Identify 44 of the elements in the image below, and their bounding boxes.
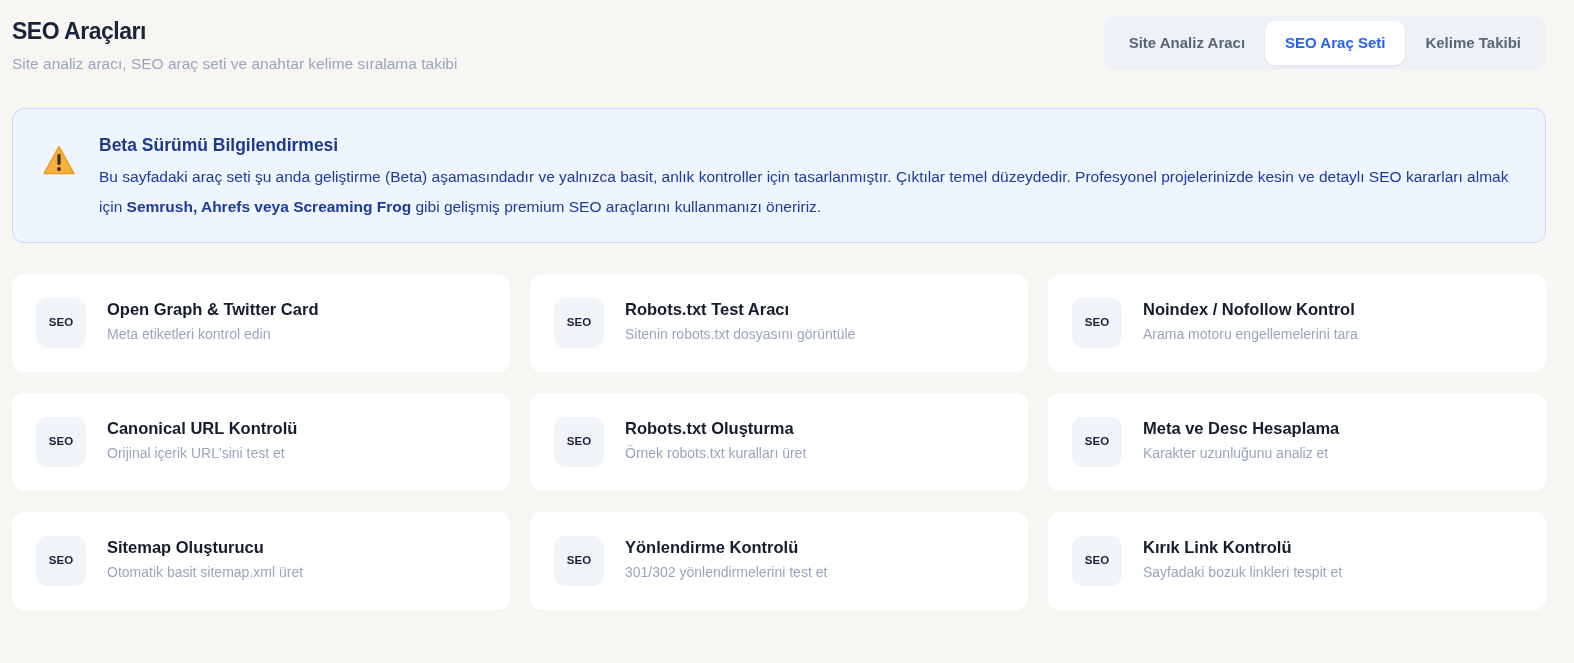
tool-title: Yönlendirme Kontrolü bbox=[625, 538, 800, 559]
tool-description: Karakter uzunluğunu analiz et bbox=[1143, 444, 1330, 464]
tool-badge: SEO bbox=[36, 416, 86, 467]
tool-badge: SEO bbox=[554, 416, 604, 467]
tool-title: Robots.txt Oluşturma bbox=[625, 419, 795, 440]
tool-description: Örnek robots.txt kuralları üret bbox=[625, 444, 807, 464]
notice-title: Beta Sürümü Bilgilendirmesi bbox=[99, 134, 340, 156]
tool-description: Meta etiketleri kontrol edin bbox=[107, 325, 272, 345]
tool-card[interactable]: SEO Meta ve Desc Hesaplama Karakter uzunluğunu analiz et bbox=[1048, 392, 1546, 491]
page-title: SEO Araçları bbox=[12, 17, 147, 46]
tool-card[interactable]: SEO Robots.txt Test Aracı Sitenin robots.txt dosyasını görüntüle bbox=[530, 273, 1028, 372]
tool-card[interactable]: SEO Sitemap Oluşturucu Otomatik basit sitemap.xml üret bbox=[12, 511, 510, 610]
tool-title: Canonical URL Kontrolü bbox=[107, 419, 298, 440]
tool-title: Robots.txt Test Aracı bbox=[625, 300, 791, 321]
tool-badge: SEO bbox=[1072, 535, 1122, 586]
page-subtitle: Site analiz aracı, SEO araç seti ve anahtar kelime sıralama takibi bbox=[12, 53, 458, 74]
tool-description: Orijinal içerik URL'sini test et bbox=[107, 444, 286, 464]
tool-title: Kırık Link Kontrolü bbox=[1143, 538, 1293, 559]
tool-card[interactable]: SEO Noindex / Nofollow Kontrol Arama motoru engellemelerini tara bbox=[1048, 273, 1546, 372]
tab[interactable]: Site Analiz Aracı bbox=[1108, 21, 1266, 65]
tool-title: Open Graph & Twitter Card bbox=[107, 300, 319, 321]
tool-title: Sitemap Oluşturucu bbox=[107, 538, 265, 559]
tool-card[interactable]: SEO Canonical URL Kontrolü Orijinal içerik URL'sini test et bbox=[12, 392, 510, 491]
tool-badge: SEO bbox=[1072, 297, 1122, 348]
tool-description: Arama motoru engellemelerini tara bbox=[1143, 325, 1358, 345]
warning-icon bbox=[43, 144, 75, 175]
tool-description: Otomatik basit sitemap.xml üret bbox=[107, 563, 304, 583]
tool-card[interactable]: SEO Kırık Link Kontrolü Sayfadaki bozuk linkleri tespit et bbox=[1048, 511, 1546, 610]
tool-description: Sayfadaki bozuk linkleri tespit et bbox=[1143, 563, 1343, 583]
tool-card[interactable]: SEO Open Graph & Twitter Card Meta etiketleri kontrol edin bbox=[12, 273, 510, 372]
tool-title: Meta ve Desc Hesaplama bbox=[1143, 419, 1340, 440]
tool-badge: SEO bbox=[1072, 416, 1122, 467]
tool-badge: SEO bbox=[554, 535, 604, 586]
tab[interactable]: SEO Araç Seti bbox=[1265, 21, 1406, 65]
notice-text: Bu sayfadaki araç seti şu anda geliştirme (Beta) aşamasındadır ve yalnızca basit, anlık kontroller için tasarlanmıştır. Çıktılar temel düzeydedir. Profesyonel projelerinizde kesin ve detaylı SEO kararları almak için Semrush, Ahrefs veya Screaming Frog gibi gelişmiş premium SEO araçlarını kullanmanızı öneririz. bbox=[99, 166, 1510, 217]
tool-description: 301/302 yönlendirmelerini test et bbox=[625, 563, 828, 583]
tool-badge: SEO bbox=[36, 535, 86, 586]
tool-card[interactable]: SEO Yönlendirme Kontrolü 301/302 yönlendirmelerini test et bbox=[530, 511, 1028, 610]
tool-description: Sitenin robots.txt dosyasını görüntüle bbox=[625, 325, 856, 345]
tool-card[interactable]: SEO Robots.txt Oluşturma Örnek robots.txt kuralları üret bbox=[530, 392, 1028, 491]
tool-title: Noindex / Nofollow Kontrol bbox=[1143, 300, 1356, 321]
tab[interactable]: Kelime Takibi bbox=[1405, 21, 1541, 65]
tool-badge: SEO bbox=[36, 297, 86, 348]
tool-badge: SEO bbox=[554, 297, 604, 348]
